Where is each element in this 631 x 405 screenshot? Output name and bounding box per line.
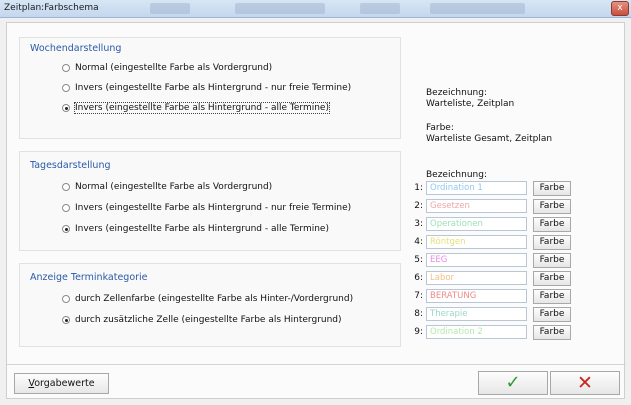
- farbe-button[interactable]: Farbe: [533, 288, 571, 304]
- farbe-value: Warteliste Gesamt, Zeitplan: [426, 134, 553, 144]
- group-title-wochendarstellung: Wochendarstellung: [30, 43, 122, 54]
- category-number: 7:: [414, 291, 423, 301]
- category-number: 8:: [414, 309, 423, 319]
- radio-label: Normal (eingestellte Farbe als Vordergru…: [75, 182, 273, 192]
- radio-label: Invers (eingestellte Farbe als Hintergru…: [74, 102, 330, 114]
- farbe-button[interactable]: Farbe: [533, 234, 571, 250]
- close-icon: x: [617, 3, 623, 13]
- radio-circle-selected[interactable]: [62, 225, 70, 233]
- vorgabewerte-button[interactable]: Vorgabewerte: [14, 373, 109, 394]
- cross-icon: ✕: [577, 372, 593, 394]
- radio-circle-selected[interactable]: [62, 104, 70, 112]
- farbe-button[interactable]: Farbe: [533, 324, 571, 340]
- radio-circle[interactable]: [62, 183, 70, 191]
- radio-label: Invers (eingestellte Farbe als Hintergru…: [75, 203, 352, 213]
- farbe-button[interactable]: Farbe: [533, 270, 571, 286]
- category-row: 9: Ordination 2 Farbe: [410, 324, 571, 340]
- button-label: orgabewerte: [34, 378, 95, 389]
- window-title: Zeitplan:Farbschema: [4, 3, 99, 13]
- radio-wochen-normal[interactable]: Normal (eingestellte Farbe als Vordergru…: [62, 63, 272, 73]
- group-title-tagesdarstellung: Tagesdarstellung: [30, 160, 111, 171]
- radio-label: durch Zellenfarbe (eingestellte Farbe al…: [75, 294, 354, 304]
- radio-tages-invers-alle[interactable]: Invers (eingestellte Farbe als Hintergru…: [62, 224, 329, 234]
- category-row: 4: Röntgen Farbe: [410, 234, 571, 250]
- info-farbe: Farbe: Warteliste Gesamt, Zeitplan: [426, 123, 552, 145]
- farbe-button[interactable]: Farbe: [533, 180, 571, 196]
- title-bar: Zeitplan:Farbschema x: [0, 0, 631, 18]
- close-button[interactable]: x: [611, 1, 629, 16]
- background-window-fragment: [430, 3, 525, 14]
- category-row: 3: Operationen Farbe: [410, 216, 571, 232]
- category-number: 2:: [414, 201, 423, 211]
- info-bezeichnung: Bezeichnung: Warteliste, Zeitplan: [426, 88, 514, 110]
- radio-kategorie-zellenfarbe[interactable]: durch Zellenfarbe (eingestellte Farbe al…: [62, 294, 353, 304]
- category-row: 5: EEG Farbe: [410, 252, 571, 268]
- background-window-fragment: [150, 3, 190, 14]
- radio-wochen-invers-alle[interactable]: Invers (eingestellte Farbe als Hintergru…: [62, 102, 330, 114]
- category-name-field[interactable]: Operationen: [426, 217, 527, 231]
- footer-separator: [7, 364, 626, 365]
- category-number: 6:: [414, 273, 423, 283]
- category-name-field[interactable]: BERATUNG: [426, 289, 527, 303]
- category-row: 1: Ordination 1 Farbe: [410, 180, 571, 196]
- category-row: 6: Labor Farbe: [410, 270, 571, 286]
- farbe-button[interactable]: Farbe: [533, 216, 571, 232]
- radio-label: Invers (eingestellte Farbe als Hintergru…: [75, 224, 329, 234]
- category-row: 8: Therapie Farbe: [410, 306, 571, 322]
- radio-tages-invers-frei[interactable]: Invers (eingestellte Farbe als Hintergru…: [62, 203, 351, 213]
- category-name-field[interactable]: Ordination 1: [426, 181, 527, 195]
- cancel-button[interactable]: ✕: [550, 371, 620, 395]
- categories-label: Bezeichnung:: [426, 170, 487, 180]
- radio-label: Invers (eingestellte Farbe als Hintergru…: [75, 83, 352, 93]
- group-terminkategorie: Anzeige Terminkategorie durch Zellenfarb…: [19, 263, 401, 347]
- farbe-button[interactable]: Farbe: [533, 252, 571, 268]
- radio-circle[interactable]: [62, 64, 70, 72]
- radio-label: durch zusätzliche Zelle (eingestellte Fa…: [75, 315, 342, 325]
- category-name-field[interactable]: Gesetzen: [426, 199, 527, 213]
- category-name-field[interactable]: Ordination 2: [426, 325, 527, 339]
- farbe-label: Farbe:: [426, 123, 454, 133]
- farbe-button[interactable]: Farbe: [533, 198, 571, 214]
- farbe-button[interactable]: Farbe: [533, 306, 571, 322]
- category-number: 5:: [414, 255, 423, 265]
- radio-kategorie-zusatzzelle[interactable]: durch zusätzliche Zelle (eingestellte Fa…: [62, 315, 342, 325]
- bezeichnung-value: Warteliste, Zeitplan: [426, 99, 515, 109]
- radio-circle-selected[interactable]: [62, 316, 70, 324]
- category-number: 9:: [414, 327, 423, 337]
- category-name-field[interactable]: Therapie: [426, 307, 527, 321]
- radio-circle[interactable]: [62, 295, 70, 303]
- bezeichnung-label: Bezeichnung:: [426, 88, 487, 98]
- group-tagesdarstellung: Tagesdarstellung Normal (eingestellte Fa…: [19, 151, 401, 251]
- radio-circle[interactable]: [62, 84, 70, 92]
- dialog-body: Wochendarstellung Normal (eingestellte F…: [6, 22, 626, 399]
- group-title-terminkategorie: Anzeige Terminkategorie: [30, 272, 148, 283]
- category-row: 7: BERATUNG Farbe: [410, 288, 571, 304]
- checkmark-icon: ✓: [505, 372, 521, 393]
- background-window-fragment: [235, 3, 325, 14]
- background-window-fragment: [360, 3, 400, 14]
- ok-button[interactable]: ✓: [478, 371, 548, 395]
- radio-label: Normal (eingestellte Farbe als Vordergru…: [75, 63, 273, 73]
- category-list: 1: Ordination 1 Farbe 2: Gesetzen Farbe 3: Oper…: [410, 180, 610, 341]
- category-name-field[interactable]: Labor: [426, 271, 527, 285]
- category-name-field[interactable]: EEG: [426, 253, 527, 267]
- radio-tages-normal[interactable]: Normal (eingestellte Farbe als Vordergru…: [62, 182, 272, 192]
- radio-circle[interactable]: [62, 204, 70, 212]
- category-name-field[interactable]: Röntgen: [426, 235, 527, 249]
- category-row: 2: Gesetzen Farbe: [410, 198, 571, 214]
- category-number: 1:: [414, 183, 423, 193]
- category-number: 3:: [414, 219, 423, 229]
- radio-wochen-invers-frei[interactable]: Invers (eingestellte Farbe als Hintergru…: [62, 83, 351, 93]
- category-number: 4:: [414, 237, 423, 247]
- group-wochendarstellung: Wochendarstellung Normal (eingestellte F…: [19, 37, 401, 139]
